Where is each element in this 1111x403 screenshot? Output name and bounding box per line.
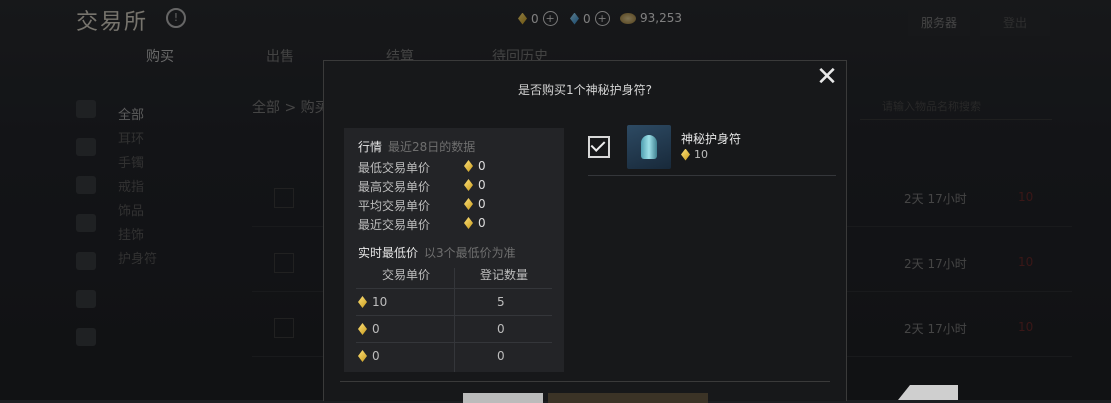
realtime-count: 0: [497, 349, 505, 363]
dialog-title: 是否购买1个神秘护身符?: [517, 83, 652, 97]
realtime-heading: 实时最低价 以3个最低价为准: [358, 246, 516, 260]
confirm-button[interactable]: [548, 393, 708, 403]
gem-icon: [464, 217, 473, 229]
item-price: 10: [681, 148, 708, 161]
stat-min-label: 最低交易单价: [358, 161, 431, 175]
market-panel: 行情 最近28日的数据 最低交易单价 0 最高交易单价 0 平均交易单价 0 最近…: [344, 128, 564, 372]
gem-icon: [464, 179, 473, 191]
realtime-count: 0: [497, 322, 505, 336]
gem-icon: [358, 296, 367, 308]
gem-icon: [358, 350, 367, 362]
cancel-button[interactable]: [463, 393, 543, 403]
item-checkbox[interactable]: [588, 136, 610, 158]
stat-avg-label: 平均交易单价: [358, 199, 431, 213]
realtime-count: 5: [497, 295, 505, 309]
close-icon[interactable]: ✕: [812, 62, 842, 92]
gem-icon: [464, 198, 473, 210]
gem-icon: [358, 323, 367, 335]
realtime-price: 0: [358, 322, 380, 336]
col-price-header: 交易单价: [382, 268, 431, 282]
row-divider: [356, 288, 552, 289]
stat-max-label: 最高交易单价: [358, 180, 431, 194]
item-divider: [588, 175, 836, 176]
gem-icon: [681, 148, 690, 161]
stat-max-value: 0: [464, 178, 486, 192]
realtime-price: 0: [358, 349, 380, 363]
realtime-price: 10: [358, 295, 387, 309]
stat-recent-value: 0: [464, 216, 486, 230]
stat-avg-value: 0: [464, 197, 486, 211]
item-name: 神秘护身符: [681, 132, 742, 146]
row-divider: [356, 342, 552, 343]
amulet-item-icon: [627, 125, 671, 169]
gem-icon: [464, 160, 473, 172]
column-divider: [454, 268, 455, 372]
stat-recent-label: 最近交易单价: [358, 218, 431, 232]
market-heading: 行情 最近28日的数据: [358, 140, 476, 154]
row-divider: [356, 315, 552, 316]
footer-divider: [340, 381, 830, 382]
stat-min-value: 0: [464, 159, 486, 173]
col-count-header: 登记数量: [480, 268, 529, 282]
